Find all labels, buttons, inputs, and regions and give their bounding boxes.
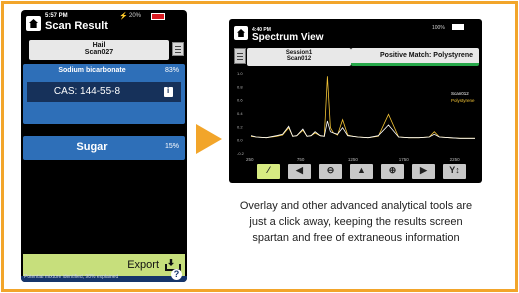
cas-number: CAS: 144-55-8 bbox=[53, 86, 121, 97]
session-box: Session1 Scan012 bbox=[247, 48, 351, 66]
sample-name: Hail bbox=[92, 42, 106, 49]
info-icon[interactable] bbox=[164, 86, 173, 97]
mixture-status-text: Potential mixture identified, 98% explai… bbox=[24, 274, 119, 280]
export-label: Export bbox=[127, 259, 159, 271]
screen-title: Spectrum View bbox=[252, 32, 324, 43]
x-tick-label: 1250 bbox=[348, 157, 359, 162]
zoom-out-icon: ⊖ bbox=[326, 165, 335, 175]
component-name: Sodium bicarbonate bbox=[58, 67, 126, 74]
x-tick-label: 2250 bbox=[450, 157, 461, 162]
match-banner: Positive Match: Polystyrene bbox=[351, 48, 479, 66]
status-footer: Potential mixture identified, 98% explai… bbox=[21, 274, 187, 282]
overlay-button[interactable]: ⁄ bbox=[257, 164, 280, 179]
component-name: Sugar bbox=[76, 141, 108, 153]
zoom-out-button[interactable]: ⊖ bbox=[319, 164, 342, 179]
legend-entry: Polystyrene bbox=[451, 98, 475, 103]
series-line-polystyrene bbox=[250, 76, 475, 139]
y-tick-label: 0.6 bbox=[237, 98, 243, 103]
sample-id-box: Hail Scan027 bbox=[29, 40, 169, 60]
status-time: 5:57 PM bbox=[45, 13, 68, 19]
peak-pick-button[interactable]: ▲ bbox=[350, 164, 373, 179]
spectrum-toolbar: ⁄ ◀ ⊖ ▲ ⊕ ▶ Y↕ bbox=[257, 164, 471, 180]
y-scale-button[interactable]: Y↕ bbox=[443, 164, 466, 179]
x-tick-label: 1750 bbox=[399, 157, 410, 162]
list-icon[interactable] bbox=[234, 48, 246, 64]
y-tick-label: 0.4 bbox=[237, 111, 243, 116]
scan-id: Scan012 bbox=[286, 56, 312, 62]
zoom-in-icon: ⊕ bbox=[388, 165, 397, 175]
next-icon: ▶ bbox=[420, 165, 427, 175]
y-tick-label: 0.0 bbox=[237, 138, 243, 143]
x-tick-label: 750 bbox=[297, 157, 305, 162]
prev-button[interactable]: ◀ bbox=[288, 164, 311, 179]
battery-percent: 100% bbox=[432, 25, 445, 31]
peak-pick-icon: ▲ bbox=[357, 165, 366, 175]
battery-percent: 20% bbox=[129, 13, 142, 19]
help-icon[interactable]: ? bbox=[171, 269, 182, 280]
series-line-scan012 bbox=[250, 120, 475, 139]
home-icon[interactable] bbox=[26, 16, 41, 31]
cas-row: CAS: 144-55-8 bbox=[27, 82, 181, 102]
zoom-in-button[interactable]: ⊕ bbox=[381, 164, 404, 179]
y-tick-label: 0.8 bbox=[237, 84, 243, 89]
y-tick-label: 1.0 bbox=[237, 71, 243, 76]
overlay-icon: ⁄ bbox=[267, 165, 270, 175]
no-signal-icon: ⚡ bbox=[119, 13, 128, 20]
component-card[interactable]: Sodium bicarbonate 83% CAS: 144-55-8 bbox=[23, 64, 185, 124]
scan-id: Scan027 bbox=[84, 49, 114, 56]
next-button[interactable]: ▶ bbox=[412, 164, 435, 179]
y-scale-icon: Y↕ bbox=[449, 165, 460, 175]
battery-icon bbox=[151, 13, 165, 20]
x-tick-label: 250 bbox=[246, 157, 254, 162]
legend-entry: Scan012 bbox=[451, 91, 469, 96]
scan-result-screen: 5:57 PM Scan Result ⚡ 20% Hail Scan027 S… bbox=[21, 10, 187, 282]
component-percent: 15% bbox=[164, 143, 179, 150]
match-text: Positive Match: Polystyrene bbox=[380, 52, 473, 59]
spectrum-chart: 1.0 0.8 0.6 0.4 0.2 0.0 -0.2250 750 1250 1750 2250… bbox=[237, 71, 475, 162]
screen-title: Scan Result bbox=[45, 20, 108, 32]
component-card[interactable]: Sugar 15% bbox=[23, 136, 185, 160]
export-button[interactable]: Export bbox=[23, 254, 185, 276]
list-icon[interactable] bbox=[172, 42, 184, 56]
y-tick-label: -0.2 bbox=[237, 151, 245, 156]
caption-text: Overlay and other advanced analytical to… bbox=[239, 200, 473, 244]
y-tick-label: 0.2 bbox=[237, 124, 243, 129]
spectrum-view-screen: 4:40 PM Spectrum View 100% Session1 Scan… bbox=[229, 19, 482, 183]
prev-icon: ◀ bbox=[296, 165, 303, 175]
battery-icon bbox=[452, 24, 464, 30]
home-icon[interactable] bbox=[234, 26, 248, 40]
component-percent: 83% bbox=[164, 67, 179, 74]
